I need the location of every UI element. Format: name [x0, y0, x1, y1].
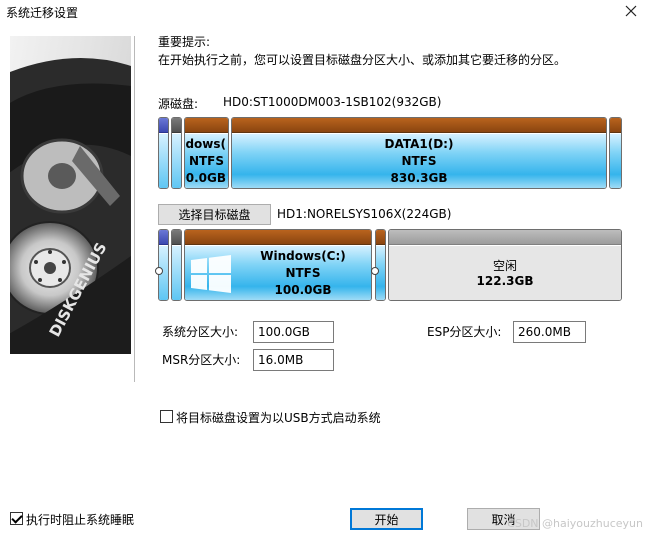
hint-title: 重要提示:: [158, 35, 211, 49]
target-disk-name: HD1:NORELSYS106X(224GB): [277, 207, 452, 221]
target-partition-esp[interactable]: [158, 229, 169, 301]
select-target-disk-button[interactable]: 选择目标磁盘: [158, 204, 271, 225]
title-bar: 系统迁移设置: [0, 0, 647, 24]
source-disk-name: HD0:ST1000DM003-1SB102(932GB): [223, 95, 442, 109]
hint-body: 在开始执行之前，您可以设置目标磁盘分区大小、或添加其它要迁移的分区。: [158, 53, 567, 67]
resize-handle-c[interactable]: [371, 267, 379, 275]
source-partition-recovery[interactable]: [609, 117, 622, 189]
partition-fs: NTFS: [285, 266, 321, 280]
source-partition-esp[interactable]: [158, 117, 169, 189]
msr-partition-size-field[interactable]: [253, 349, 334, 371]
msr-partition-size-label: MSR分区大小:: [162, 353, 241, 367]
target-partition-recovery[interactable]: [375, 229, 386, 301]
windows-logo-icon: [191, 255, 231, 293]
esp-partition-size-label: ESP分区大小:: [427, 325, 502, 339]
art-divider: [134, 36, 135, 382]
usb-boot-checkbox[interactable]: [160, 410, 173, 423]
source-partition-msr[interactable]: [171, 117, 182, 189]
esp-partition-size-field[interactable]: [513, 321, 586, 343]
partition-fs: NTFS: [401, 154, 437, 168]
target-free-space[interactable]: 空闲 122.3GB: [388, 229, 622, 301]
source-disk-map: ndows( NTFS 100.0GB DATA1(D:) NTFS 830.3…: [158, 117, 622, 189]
diskgenius-artwork: DISKGENIUS: [10, 36, 131, 354]
watermark: CSDN @haiyouzhuceyun: [507, 517, 643, 530]
resize-handle-left[interactable]: [155, 267, 163, 275]
source-partition-d[interactable]: DATA1(D:) NTFS 830.3GB: [231, 117, 607, 189]
partition-name: DATA1(D:): [384, 137, 454, 151]
partition-size: 830.3GB: [390, 171, 448, 185]
free-space-label: 空闲: [492, 259, 517, 273]
source-disk-label: 源磁盘:: [158, 97, 199, 111]
source-partition-c[interactable]: ndows( NTFS 100.0GB: [184, 117, 229, 189]
prevent-sleep-label: 执行时阻止系统睡眠: [26, 513, 135, 527]
partition-name: ndows(: [185, 137, 226, 151]
window-title: 系统迁移设置: [6, 6, 79, 20]
close-icon[interactable]: [621, 1, 641, 21]
partition-size: 100.0GB: [185, 171, 226, 185]
system-partition-size-field[interactable]: [253, 321, 334, 343]
prevent-sleep-checkbox[interactable]: [10, 512, 23, 525]
partition-fs: NTFS: [188, 154, 225, 168]
free-space-size: 122.3GB: [476, 274, 534, 288]
partition-size: 100.0GB: [274, 283, 332, 297]
start-button[interactable]: 开始: [350, 508, 423, 530]
usb-boot-label: 将目标磁盘设置为以USB方式启动系统: [176, 411, 381, 425]
target-partition-c[interactable]: Windows(C:) NTFS 100.0GB: [184, 229, 372, 301]
system-partition-size-label: 系统分区大小:: [162, 325, 239, 339]
partition-name: Windows(C:): [260, 249, 346, 263]
hard-disk-illustration: DISKGENIUS: [10, 58, 131, 354]
target-partition-msr[interactable]: [171, 229, 182, 301]
target-disk-map: Windows(C:) NTFS 100.0GB 空闲 122.3GB: [155, 229, 622, 301]
